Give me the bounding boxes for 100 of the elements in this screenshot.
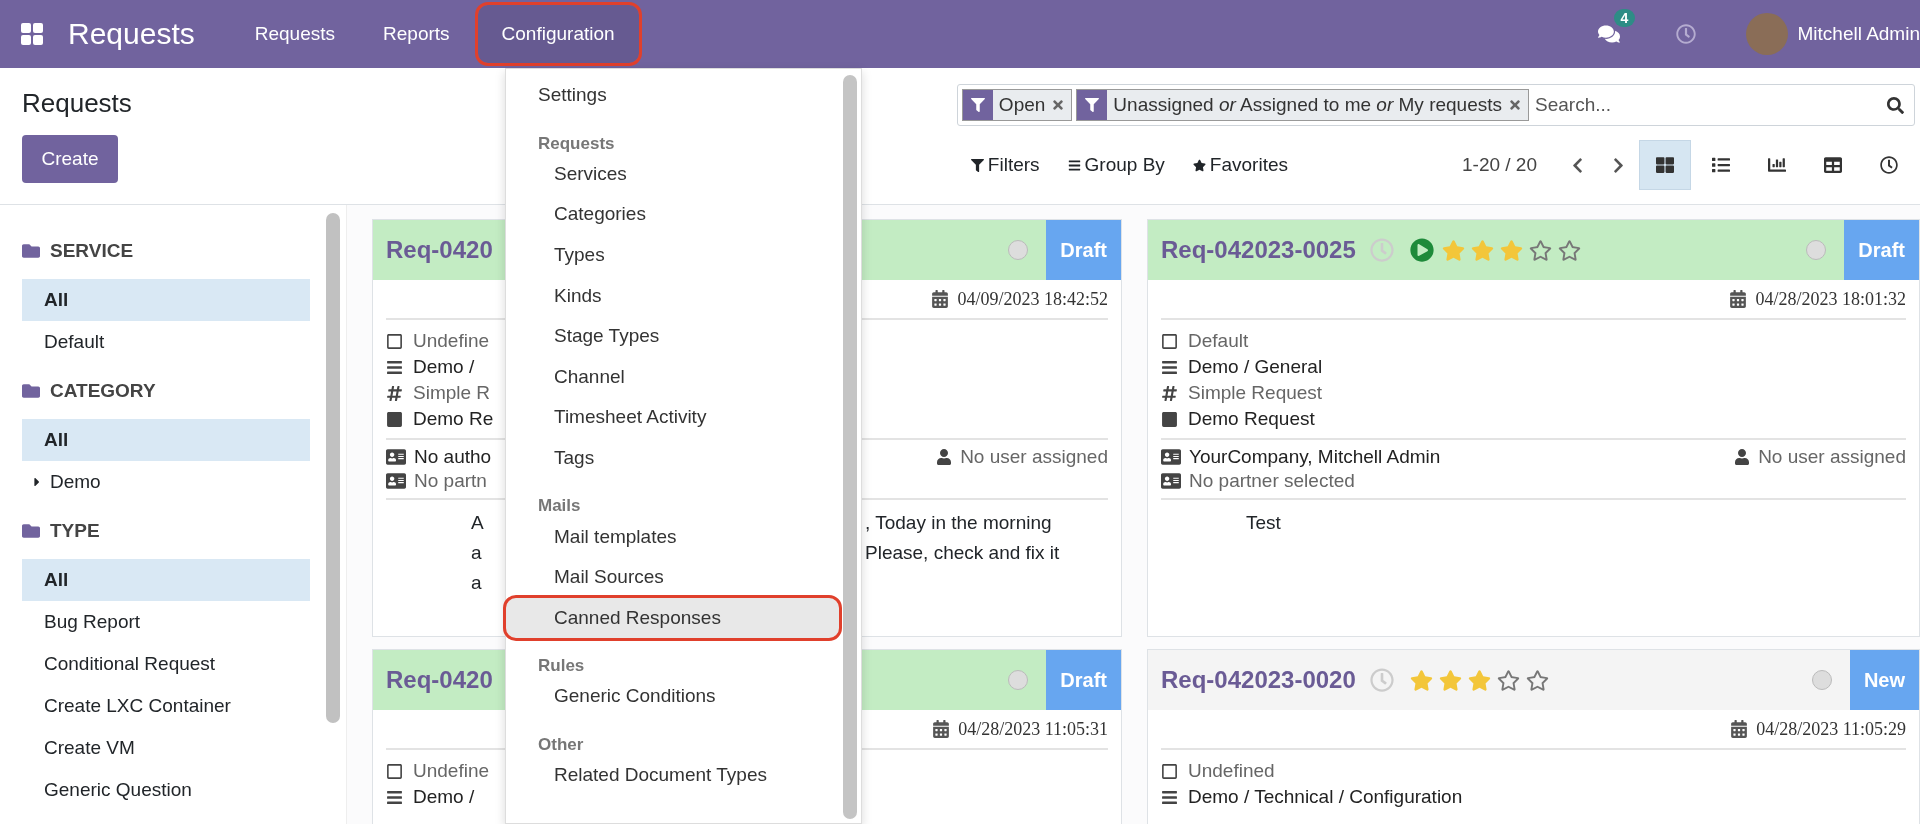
category-text: Demo / General <box>1188 356 1323 378</box>
menu-section-header: Rules <box>537 655 586 677</box>
kanban-icon <box>1656 156 1674 174</box>
menu-item[interactable]: Stage Types <box>506 315 839 357</box>
menu-icon <box>1067 158 1081 172</box>
star-icon[interactable] <box>1496 668 1520 692</box>
star-icon[interactable] <box>1409 668 1433 692</box>
filter-item[interactable]: Create LXC Container <box>22 685 310 727</box>
star-icon[interactable] <box>1557 238 1581 262</box>
menu-section-header: Other <box>537 733 585 755</box>
create-button[interactable]: Create <box>22 135 118 183</box>
category-text: Demo / <box>413 786 475 808</box>
description-text: a <box>471 571 482 595</box>
star-icon[interactable] <box>1441 238 1465 262</box>
folder-icon <box>22 522 40 540</box>
menu-section-header: Requests <box>537 132 616 154</box>
nav-menu[interactable]: Configuration <box>477 5 639 63</box>
filter-item[interactable]: Conditional Request <box>22 643 310 685</box>
contact-card-icon <box>386 471 406 491</box>
star-icon <box>1192 158 1206 172</box>
chat-icon[interactable] <box>1597 23 1620 45</box>
close-icon[interactable] <box>1508 98 1522 112</box>
filter-item[interactable]: All <box>22 419 310 461</box>
star-icon[interactable] <box>1528 238 1552 262</box>
filter-facet[interactable]: Open <box>961 89 1073 121</box>
menu-item[interactable]: Types <box>506 234 839 276</box>
menu-item[interactable]: Categories <box>506 194 839 235</box>
kanban-view-button[interactable] <box>1639 140 1691 190</box>
search-icon[interactable] <box>1887 96 1904 114</box>
assignee-text: No user assigned <box>960 446 1108 468</box>
menu-item[interactable]: Related Document Types <box>506 754 839 796</box>
menu-item[interactable]: Tags <box>506 437 839 479</box>
request-title[interactable]: Req-042023-0025 <box>1161 236 1356 264</box>
filter-item[interactable]: All <box>22 559 310 601</box>
filter-item[interactable]: Default <box>22 321 310 363</box>
filter-item[interactable]: Bug Report <box>22 601 310 643</box>
scrollbar[interactable] <box>843 75 857 819</box>
search-field[interactable]: Open Unassigned or Assigned to me or My requests Search... <box>956 84 1915 126</box>
kind-text: Demo Request <box>1188 408 1315 430</box>
request-date: 04/28/2023 18:01:32 <box>1755 288 1906 310</box>
favorites-button[interactable]: Favorites <box>1178 154 1302 176</box>
star-rating[interactable] <box>1441 238 1581 262</box>
section-title: SERVICE <box>50 240 134 262</box>
star-icon[interactable] <box>1438 668 1462 692</box>
filter-item[interactable]: Generic Question <box>22 769 310 811</box>
nav-menu[interactable]: Reports <box>359 0 474 68</box>
calendar-icon <box>1730 720 1749 738</box>
play-icon[interactable] <box>1409 238 1434 262</box>
menu-item[interactable]: Canned Responses <box>506 597 839 639</box>
star-icon[interactable] <box>1470 238 1494 262</box>
type-text: Simple Request <box>1188 382 1323 404</box>
menu-item[interactable]: Timesheet Activity <box>506 397 839 438</box>
scrollbar[interactable] <box>326 213 340 723</box>
menu-item[interactable]: Mail Sources <box>506 556 839 598</box>
star-icon[interactable] <box>1525 668 1549 692</box>
description-text: Test <box>1246 511 1281 535</box>
menu-item[interactable]: Services <box>506 153 839 195</box>
star-icon[interactable] <box>1467 668 1491 692</box>
filter-icon <box>970 158 984 172</box>
star-icon[interactable] <box>1499 238 1523 262</box>
apps-grid-icon[interactable] <box>20 22 44 46</box>
clock-icon[interactable] <box>1675 24 1696 44</box>
menu-item[interactable]: Kinds <box>506 275 839 316</box>
filter-item[interactable]: Create VM <box>22 727 310 769</box>
app-title[interactable]: Requests <box>68 17 195 51</box>
list-icon <box>1712 156 1730 174</box>
menu-item[interactable]: Channel <box>506 356 839 398</box>
group-by-button[interactable]: Group By <box>1053 154 1179 176</box>
star-rating[interactable] <box>1409 668 1549 692</box>
service-text: Undefine <box>413 330 490 352</box>
filter-facet[interactable]: Unassigned or Assigned to me or My requests <box>1076 89 1529 121</box>
service-text: Undefine <box>413 760 490 782</box>
description-text: , Today in the morning <box>865 511 1053 535</box>
filter-item[interactable]: All <box>22 279 310 321</box>
filter-icon <box>970 98 985 112</box>
pivot-icon <box>1824 156 1842 174</box>
description-text: a <box>471 541 482 565</box>
user-name[interactable]: Mitchell Admin <box>1797 23 1920 45</box>
partner-name: No partner selected <box>1189 470 1355 492</box>
contact-card-icon <box>386 447 406 467</box>
menu-item[interactable]: Settings <box>506 75 839 116</box>
author-name: YourCompany, Mitchell Admin <box>1189 446 1441 468</box>
filter-item[interactable]: Demo <box>22 461 310 503</box>
pager-value[interactable]: 1-20 / 20 <box>1462 154 1537 176</box>
request-title[interactable]: Req-0420 <box>386 666 493 694</box>
contact-card-icon <box>1161 471 1181 491</box>
close-icon[interactable] <box>1051 98 1066 112</box>
category-text: Demo / <box>413 356 475 378</box>
section-title: CATEGORY <box>50 380 156 402</box>
request-title[interactable]: Req-0420 <box>386 236 493 264</box>
stage-label: Draft <box>1046 650 1121 710</box>
request-title[interactable]: Req-042023-0020 <box>1161 666 1356 694</box>
filters-button[interactable]: Filters <box>956 154 1054 176</box>
nav-menu[interactable]: Requests <box>230 0 360 68</box>
menu-item[interactable]: Generic Conditions <box>506 676 839 717</box>
calendar-icon <box>931 290 950 308</box>
activity-icon <box>1880 156 1898 174</box>
facet-label: Open <box>997 93 1047 117</box>
description-text: Please, check and fix it <box>865 541 1060 565</box>
menu-item[interactable]: Mail templates <box>506 516 839 557</box>
